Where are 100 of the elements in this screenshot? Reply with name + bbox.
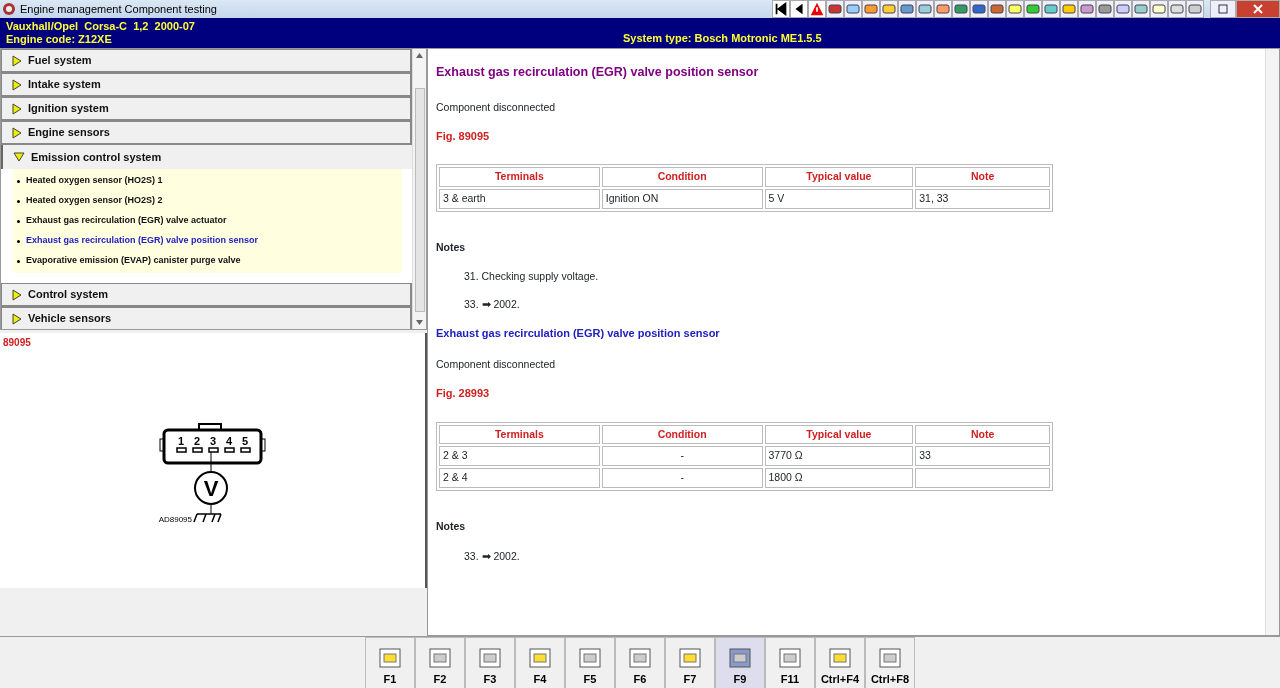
scroll-down-icon[interactable] [416, 320, 423, 325]
vehicle-info: Vauxhall/Opel Corsa-C 1,2 2000-07 [6, 20, 195, 33]
toolbar-icon[interactable] [826, 0, 844, 18]
toolbar-first-page-icon[interactable] [772, 0, 790, 18]
toolbar-icon[interactable] [916, 0, 934, 18]
table-cell: - [601, 446, 763, 466]
function-key-button[interactable]: Ctrl+F8 [865, 637, 915, 688]
toolbar-icon[interactable] [1042, 0, 1060, 18]
window-title: Engine management Component testing [20, 1, 217, 17]
note-text: 33. ➡ 2002. [464, 548, 521, 564]
column-header: Condition [601, 424, 763, 445]
toolbar-icon[interactable] [898, 0, 916, 18]
table-cell: 5 V [764, 188, 914, 209]
collapsed-icon [12, 312, 22, 325]
toolbar-icon[interactable] [970, 0, 988, 18]
table-cell: Ignition ON [601, 188, 763, 209]
collapsed-icon [12, 102, 22, 115]
scrollbar[interactable] [412, 49, 426, 329]
table-cell: 2 & 4 [439, 468, 600, 488]
bullet-icon [17, 239, 20, 243]
submenu-item[interactable]: Heated oxygen sensor (HO2S) 2 [13, 191, 402, 211]
collapsed-icon [12, 126, 22, 139]
restore-button[interactable] [1210, 0, 1236, 18]
figure-number: 89095 [2, 336, 32, 350]
function-key-button[interactable]: F2 [415, 637, 465, 688]
function-key-button[interactable]: F3 [465, 637, 515, 688]
toolbar-icon[interactable] [1132, 0, 1150, 18]
note-text: 33. ➡ 2002. [464, 297, 521, 312]
figure-reference: Fig. 28993 [436, 386, 491, 401]
section-header[interactable]: Fuel system [1, 49, 412, 73]
bullet-icon [17, 219, 20, 223]
table-cell: 3770 Ω [764, 446, 914, 466]
column-header: Condition [601, 167, 763, 187]
column-header: Note [915, 424, 1050, 445]
collapsed-icon [12, 288, 22, 301]
toolbar-icon[interactable] [1186, 0, 1204, 18]
close-button[interactable] [1236, 0, 1280, 18]
toolbar-icon[interactable] [934, 0, 952, 18]
toolbar-icon[interactable] [1024, 0, 1042, 18]
section-header[interactable]: Engine sensors [1, 121, 412, 145]
restore-icon [1218, 4, 1228, 14]
toolbar-icon[interactable] [1114, 0, 1132, 18]
toolbar-icon[interactable] [988, 0, 1006, 18]
toolbar-back-icon[interactable] [790, 0, 808, 18]
section-header[interactable]: Emission control system [1, 145, 412, 169]
section-title[interactable]: Exhaust gas recirculation (EGR) valve position sensor [436, 324, 1257, 342]
column-header: Terminals [439, 424, 600, 445]
function-key-button[interactable]: F7 [665, 637, 715, 688]
toolbar-icon[interactable] [1168, 0, 1186, 18]
notes-heading: Notes [436, 518, 467, 534]
submenu-item[interactable]: Evaporative emission (EVAP) canister purge valve [13, 251, 402, 271]
toolbar-warning-icon[interactable] [808, 0, 826, 18]
toolbar-icon[interactable] [1150, 0, 1168, 18]
engine-code: Engine code: Z12XE [6, 33, 113, 46]
function-key-button[interactable]: F11 [765, 637, 815, 688]
condition-text: Component disconnected [436, 357, 557, 373]
collapsed-icon [12, 78, 22, 91]
scroll-up-icon[interactable] [416, 53, 423, 58]
expanded-icon [13, 152, 25, 162]
toolbar-icon[interactable] [862, 0, 880, 18]
table-cell: 2 & 3 [439, 446, 600, 466]
function-key-button[interactable]: Ctrl+F4 [815, 637, 865, 688]
function-key-button[interactable]: F4 [515, 637, 565, 688]
table-cell: 1800 Ω [764, 468, 914, 488]
column-header: Typical value [764, 424, 914, 445]
table-cell: - [601, 468, 763, 488]
submenu-item[interactable]: Exhaust gas recirculation (EGR) valve actuator [13, 211, 402, 231]
figure-reference: Fig. 89095 [436, 128, 491, 144]
close-icon [1253, 4, 1263, 14]
section-header[interactable]: Control system [1, 283, 412, 307]
section-header[interactable]: Vehicle sensors [1, 307, 412, 329]
toolbar-icon[interactable] [952, 0, 970, 18]
section-header[interactable]: Intake system [1, 73, 412, 97]
table-cell: 3 & earth [439, 188, 600, 209]
system-type: System type: Bosch Motronic ME1.5.5 [622, 32, 822, 46]
collapsed-icon [12, 54, 22, 67]
connector-drawing: 1 2 3 4 5 V AD89095 [117, 423, 282, 528]
toolbar-icon[interactable] [1060, 0, 1078, 18]
column-header: Terminals [439, 167, 600, 187]
toolbar-icon[interactable] [1096, 0, 1114, 18]
bullet-icon [17, 179, 20, 183]
table-cell: 31, 33 [915, 188, 1050, 209]
toolbar-icon[interactable] [1078, 0, 1096, 18]
app-icon [2, 2, 16, 16]
section-header[interactable]: Ignition system [1, 97, 412, 121]
bullet-icon [17, 199, 20, 203]
scrollbar[interactable] [1265, 49, 1279, 635]
notes-heading: Notes [436, 239, 467, 255]
toolbar-icon[interactable] [880, 0, 898, 18]
submenu-item[interactable]: Heated oxygen sensor (HO2S) 1 [13, 171, 402, 191]
function-key-button[interactable]: F9 [715, 637, 765, 688]
toolbar-icon[interactable] [1006, 0, 1024, 18]
function-key-button[interactable]: F6 [615, 637, 665, 688]
condition-text: Component disconnected [436, 99, 557, 115]
function-key-button[interactable]: F1 [365, 637, 415, 688]
toolbar-icon[interactable] [844, 0, 862, 18]
section-title: Exhaust gas recirculation (EGR) valve position sensor [436, 64, 760, 81]
submenu-item[interactable]: Exhaust gas recirculation (EGR) valve position sensor [13, 231, 402, 251]
function-key-button[interactable]: F5 [565, 637, 615, 688]
bullet-icon [17, 259, 20, 263]
